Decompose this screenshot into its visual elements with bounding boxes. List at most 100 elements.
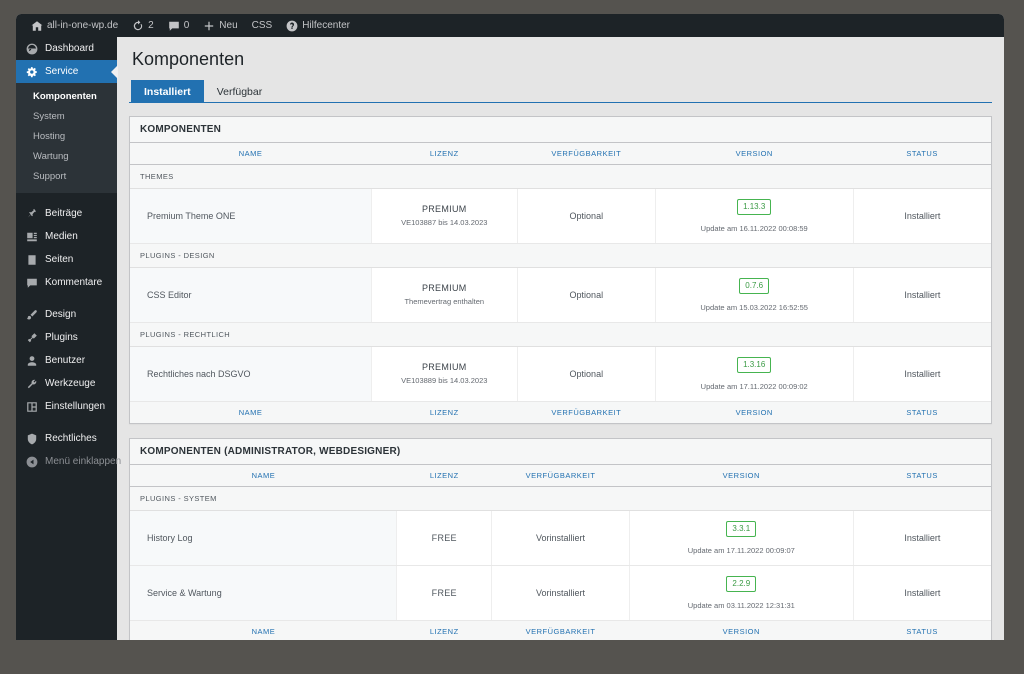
component-name[interactable]: Premium Theme ONE: [130, 188, 372, 244]
media-icon: [25, 230, 38, 243]
table-header: NAME LIZENZ VERFÜGBARKEIT VERSION STATUS: [130, 142, 991, 165]
column-footer-version[interactable]: VERSION: [655, 400, 854, 423]
tab-verfuegbar[interactable]: Verfügbar: [204, 80, 276, 103]
sidebar-item-plugins[interactable]: Plugins: [16, 326, 117, 349]
admin-bar-comments[interactable]: 0: [161, 14, 197, 37]
panel-heading: KOMPONENTEN: [130, 116, 991, 143]
column-header-lizenz[interactable]: LIZENZ: [371, 142, 518, 165]
sidebar-submenu-service: Komponenten System Hosting Wartung Suppo…: [16, 83, 117, 193]
sidebar-item-werkzeuge[interactable]: Werkzeuge: [16, 372, 117, 395]
component-status: Installiert: [852, 188, 991, 244]
version-update-time: Update am 03.11.2022 12:31:31: [687, 600, 795, 610]
column-footer-status[interactable]: STATUS: [853, 619, 991, 640]
sidebar-item-hosting[interactable]: Hosting: [16, 127, 117, 147]
component-status: Installiert: [852, 346, 991, 402]
table-row[interactable]: Rechtliches nach DSGVO PREMIUM VE103889 …: [130, 346, 991, 402]
collapse-menu-label: Menü einklappen: [45, 456, 122, 467]
components-table-2: NAME LIZENZ VERFÜGBARKEIT VERSION STATUS…: [130, 464, 991, 640]
section-row: PLUGINS - DESIGN: [130, 242, 991, 268]
column-header-verfuegbarkeit[interactable]: VERFÜGBARKEIT: [517, 142, 656, 165]
sidebar-item-support[interactable]: Support: [16, 167, 117, 187]
component-license: FREE: [396, 510, 492, 566]
version-update-time: Update am 16.11.2022 00:08:59: [700, 223, 808, 233]
column-footer-name[interactable]: NAME: [130, 400, 372, 423]
main-content-area: Komponenten Installiert Verfügbar KOMPON…: [117, 37, 1004, 640]
column-footer-status[interactable]: STATUS: [853, 400, 991, 423]
comments-count: 0: [183, 20, 190, 31]
components-panel-1: KOMPONENTEN NAME LIZENZ VERFÜGBARKEIT VE…: [129, 115, 992, 424]
version-badge: 1.13.3: [737, 198, 772, 215]
table-row[interactable]: Premium Theme ONE PREMIUM VE103887 bis 1…: [130, 188, 991, 244]
sidebar-item-einstellungen[interactable]: Einstellungen: [16, 395, 117, 418]
sidebar-item-dashboard[interactable]: Dashboard: [16, 37, 117, 60]
column-header-version[interactable]: VERSION: [655, 142, 854, 165]
component-availability: Optional: [516, 267, 656, 323]
column-footer-version[interactable]: VERSION: [629, 619, 854, 640]
component-name[interactable]: CSS Editor: [130, 267, 372, 323]
sidebar-item-label: Einstellungen: [45, 401, 106, 412]
sidebar-item-rechtliches[interactable]: Rechtliches: [16, 427, 117, 450]
column-header-status[interactable]: STATUS: [853, 464, 991, 487]
column-footer-lizenz[interactable]: LIZENZ: [396, 619, 492, 640]
column-header-name[interactable]: NAME: [130, 142, 372, 165]
sidebar-item-beitraege[interactable]: Beiträge: [16, 202, 117, 225]
sidebar-item-label: Benutzer: [45, 355, 86, 366]
sidebar-item-kommentare[interactable]: Kommentare: [16, 271, 117, 294]
admin-bar-new[interactable]: Neu: [196, 14, 244, 37]
column-header-version[interactable]: VERSION: [629, 464, 854, 487]
sidebar-item-wartung[interactable]: Wartung: [16, 147, 117, 167]
page-icon: [25, 253, 38, 266]
admin-bar-help[interactable]: Hilfecenter: [279, 14, 357, 37]
table-row[interactable]: History Log FREE Vorinstalliert 3.3.1 Up…: [130, 510, 991, 566]
wp-admin-bar: all-in-one-wp.de 2 0 Neu CSS Hilfecenter: [16, 14, 1004, 37]
sidebar-item-komponenten[interactable]: Komponenten: [16, 87, 117, 107]
component-availability: Optional: [516, 188, 656, 244]
component-availability: Optional: [516, 346, 656, 402]
sidebar-collapse-menu-button[interactable]: Menü einklappen: [16, 450, 121, 473]
column-footer-name[interactable]: NAME: [130, 619, 397, 640]
component-version: 3.3.1 Update am 17.11.2022 00:09:07: [628, 510, 854, 566]
component-name[interactable]: History Log: [130, 510, 397, 566]
sidebar-item-medien[interactable]: Medien: [16, 225, 117, 248]
sidebar-item-label: Design: [45, 309, 77, 320]
column-footer-verfuegbarkeit[interactable]: VERFÜGBARKEIT: [491, 619, 630, 640]
column-footer-verfuegbarkeit[interactable]: VERFÜGBARKEIT: [517, 400, 656, 423]
admin-bar-site-name[interactable]: all-in-one-wp.de: [24, 14, 125, 37]
component-status: Installiert: [852, 565, 991, 621]
comment-icon: [25, 276, 38, 289]
column-header-name[interactable]: NAME: [130, 464, 397, 487]
section-row: PLUGINS - SYSTEM: [130, 485, 991, 511]
version-update-time: Update am 17.11.2022 00:09:02: [700, 381, 808, 391]
column-header-status[interactable]: STATUS: [853, 142, 991, 165]
component-version: 1.3.16 Update am 17.11.2022 00:09:02: [654, 346, 854, 402]
license-type: PREMIUM: [421, 283, 467, 294]
sliders-icon: [25, 400, 38, 413]
sidebar-item-design[interactable]: Design: [16, 303, 117, 326]
version-badge: 0.7.6: [739, 277, 770, 294]
column-header-lizenz[interactable]: LIZENZ: [396, 464, 492, 487]
column-footer-lizenz[interactable]: LIZENZ: [371, 400, 518, 423]
sidebar-item-label: Dashboard: [45, 43, 94, 54]
sidebar-item-system[interactable]: System: [16, 107, 117, 127]
page-title: Komponenten: [132, 49, 245, 69]
version-badge: 3.3.1: [726, 520, 757, 537]
tab-installiert[interactable]: Installiert: [131, 79, 204, 103]
column-header-verfuegbarkeit[interactable]: VERFÜGBARKEIT: [491, 464, 630, 487]
component-name[interactable]: Service & Wartung: [130, 565, 397, 621]
pin-icon: [25, 207, 38, 220]
table-row[interactable]: CSS Editor PREMIUM Themevertrag enthalte…: [130, 267, 991, 323]
sidebar-item-label: Plugins: [45, 332, 78, 343]
component-availability: Vorinstalliert: [491, 565, 630, 621]
sidebar-item-label: Kommentare: [45, 277, 103, 288]
admin-bar-updates[interactable]: 2: [125, 14, 161, 37]
sidebar-item-seiten[interactable]: Seiten: [16, 248, 117, 271]
admin-bar-css[interactable]: CSS: [245, 14, 280, 37]
sidebar-item-service[interactable]: Service: [16, 60, 118, 83]
version-update-time: Update am 17.11.2022 00:09:07: [687, 545, 795, 555]
section-label: PLUGINS - SYSTEM: [130, 485, 991, 511]
sidebar-item-benutzer[interactable]: Benutzer: [16, 349, 117, 372]
table-row[interactable]: Service & Wartung FREE Vorinstalliert 2.…: [130, 565, 991, 621]
menu-divider: [16, 193, 117, 202]
component-name[interactable]: Rechtliches nach DSGVO: [130, 346, 372, 402]
collapse-icon: [25, 455, 38, 468]
